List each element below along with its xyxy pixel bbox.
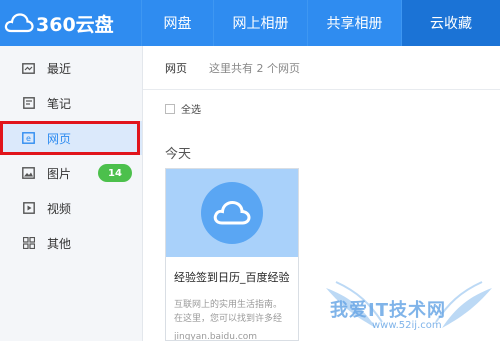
sidebar-item-images[interactable]: 图片 14 <box>0 156 142 190</box>
cloud-icon <box>201 182 263 244</box>
logo-text: 360云盘 <box>36 13 114 36</box>
nav-tab-shared-album[interactable]: 共享相册 <box>307 0 401 46</box>
watermark-text: 我爱IT技术网 <box>330 300 446 321</box>
sidebar-item-other[interactable]: 其他 <box>0 226 142 260</box>
sidebar-item-recent[interactable]: 最近 <box>0 51 142 85</box>
grid-icon <box>22 237 35 250</box>
sidebar-item-label: 图片 <box>47 166 72 181</box>
sidebar-item-videos[interactable]: 视频 <box>0 191 142 225</box>
sidebar-item-label: 笔记 <box>47 96 72 111</box>
logo[interactable]: 360云盘 <box>0 0 141 46</box>
sidebar-item-notes[interactable]: 笔记 <box>0 86 142 120</box>
card-title[interactable]: 经验签到日历_百度经验 <box>174 269 290 285</box>
card-thumbnail <box>166 169 298 257</box>
sidebar-item-webpages[interactable]: e 网页 <box>0 121 142 155</box>
nav-tab-netdisk[interactable]: 网盘 <box>141 0 213 46</box>
sidebar-item-label: 视频 <box>47 201 72 216</box>
watermark-url: www.52ij.com <box>372 320 442 331</box>
nav-tab-cloud-favorites[interactable]: 云收藏 <box>401 0 500 46</box>
main-nav: 网盘 网上相册 共享相册 云收藏 <box>141 0 500 46</box>
bookmark-card[interactable]: 经验签到日历_百度经验 互联网上的实用生活指南。 在这里，您可以找到许多经 ji… <box>165 168 299 341</box>
highlight-box <box>0 121 140 155</box>
sidebar-item-label: 最近 <box>47 61 72 76</box>
sidebar-item-label: 其他 <box>47 236 72 251</box>
breadcrumb: 网页 这里共有 2 个网页 <box>143 46 500 90</box>
breadcrumb-current[interactable]: 网页 <box>165 60 187 76</box>
recent-icon <box>22 62 35 75</box>
nav-tab-online-album[interactable]: 网上相册 <box>213 0 307 46</box>
video-icon <box>22 202 35 215</box>
cloud-logo-icon <box>4 13 34 33</box>
sidebar: 最近 笔记 e 网页 图片 14 视频 其他 <box>0 46 143 341</box>
card-description-line2: 在这里，您可以找到许多经 <box>174 314 283 324</box>
section-title-today: 今天 <box>165 147 192 162</box>
image-icon <box>22 167 35 180</box>
select-all[interactable]: 全选 <box>165 101 201 116</box>
image-count-badge: 14 <box>98 164 132 182</box>
top-bar: 360云盘 网盘 网上相册 共享相册 云收藏 <box>0 0 500 46</box>
note-icon <box>22 97 35 110</box>
select-all-checkbox[interactable] <box>165 103 175 114</box>
select-all-label: 全选 <box>181 105 201 116</box>
item-count-text: 这里共有 2 个网页 <box>209 61 300 75</box>
card-url: jingyan.baidu.com <box>174 332 258 341</box>
card-description-line1: 互联网上的实用生活指南。 <box>174 300 283 310</box>
